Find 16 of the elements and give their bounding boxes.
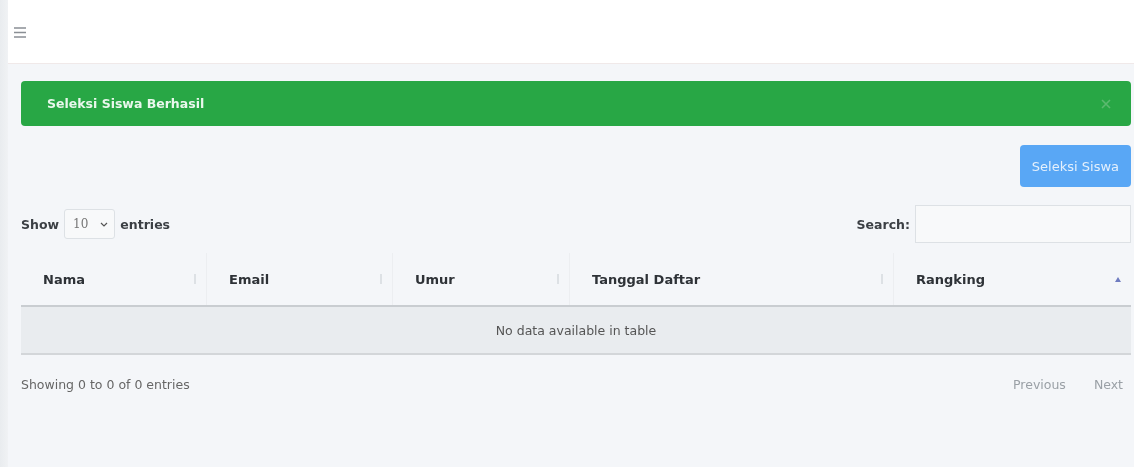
close-icon[interactable] <box>1101 98 1111 109</box>
empty-table-message: No data available in table <box>21 307 1131 355</box>
search-field[interactable] <box>915 205 1131 243</box>
entries-select[interactable]: 10 <box>64 209 116 239</box>
show-label: Show <box>21 216 60 232</box>
search-label: Search: <box>856 216 910 232</box>
column-header[interactable]: Rangking <box>894 253 1131 305</box>
column-header[interactable]: Nama <box>21 253 207 305</box>
menu-icon[interactable] <box>14 27 26 38</box>
column-header[interactable]: Umur <box>393 253 570 305</box>
entries-label: entries <box>120 216 171 232</box>
table-info: Showing 0 to 0 of 0 entries <box>21 377 190 392</box>
chevron-down-icon <box>100 221 109 227</box>
column-header[interactable]: Email <box>207 253 393 305</box>
alert-message: Seleksi Siswa Berhasil <box>47 96 205 111</box>
column-header[interactable]: Tanggal Daftar <box>570 253 894 305</box>
